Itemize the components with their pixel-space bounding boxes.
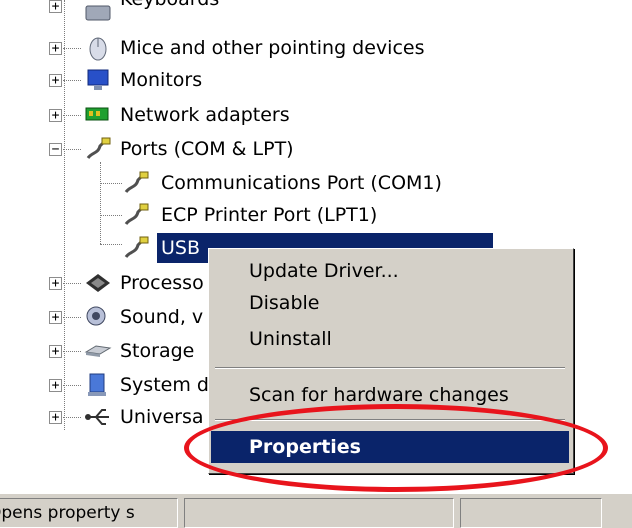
tree-item-lpt1[interactable]: ECP Printer Port (LPT1) xyxy=(0,200,632,230)
menu-item-scan-hardware[interactable]: Scan for hardware changes xyxy=(211,379,569,411)
tree-item-network-adapters[interactable]: + Network adapters xyxy=(0,100,632,130)
menu-item-uninstall[interactable]: Uninstall xyxy=(211,323,569,355)
status-text-panel: Opens property s xyxy=(0,498,178,528)
status-panel xyxy=(460,498,602,528)
usb-icon xyxy=(85,409,109,425)
tree-item-label: Network adapters xyxy=(120,104,290,126)
storage-icon xyxy=(84,345,112,357)
tree-item-label: Storage xyxy=(120,340,195,362)
tree-item-label: System d xyxy=(120,374,209,396)
keyboard-icon xyxy=(85,5,111,21)
tree-item-label: ECP Printer Port (LPT1) xyxy=(161,204,378,226)
port-icon xyxy=(124,171,149,193)
mouse-icon xyxy=(89,37,107,61)
tree-item-label: Ports (COM & LPT) xyxy=(120,138,294,160)
tree-item-ports[interactable]: − Ports (COM & LPT) xyxy=(0,134,632,164)
status-bar: Opens property s xyxy=(0,494,632,528)
context-menu: Update Driver... Disable Uninstall Scan … xyxy=(208,248,574,474)
menu-separator xyxy=(215,367,565,369)
tree-line xyxy=(63,385,81,386)
expand-icon[interactable]: + xyxy=(49,379,62,392)
tree-item-com1[interactable]: Communications Port (COM1) xyxy=(0,168,632,198)
status-text: Opens property s xyxy=(0,503,135,523)
system-icon xyxy=(88,373,106,396)
tree-line xyxy=(63,351,81,352)
collapse-icon[interactable]: − xyxy=(49,143,62,156)
menu-separator xyxy=(215,419,565,421)
expand-icon[interactable]: + xyxy=(49,109,62,122)
expand-icon[interactable]: + xyxy=(49,311,62,324)
tree-line xyxy=(63,115,81,116)
expand-icon[interactable]: + xyxy=(49,277,62,290)
tree-item-monitors[interactable]: + Monitors xyxy=(0,65,632,95)
tree-line xyxy=(63,48,81,49)
port-icon xyxy=(86,137,111,159)
tree-item-label: Monitors xyxy=(120,69,203,91)
tree-line xyxy=(63,317,81,318)
monitor-icon xyxy=(87,69,109,90)
port-icon xyxy=(124,236,149,258)
expand-icon[interactable]: + xyxy=(49,42,62,55)
tree-item-label: Processo xyxy=(120,272,204,294)
tree-item-label: Communications Port (COM1) xyxy=(161,172,442,194)
tree-line xyxy=(63,80,81,81)
sound-icon xyxy=(86,306,106,326)
tree-item-keyboards[interactable]: + Keyboards xyxy=(0,0,632,28)
tree-item-label: Sound, v xyxy=(120,306,204,328)
tree-item-label: Keyboards xyxy=(120,0,219,14)
expand-icon[interactable]: + xyxy=(49,0,62,13)
tree-line xyxy=(63,149,81,150)
expand-icon[interactable]: + xyxy=(49,345,62,358)
expand-icon[interactable]: + xyxy=(49,74,62,87)
tree-line xyxy=(63,283,81,284)
tree-line xyxy=(63,417,81,418)
processor-icon xyxy=(86,274,110,292)
status-panel xyxy=(184,498,454,528)
menu-item-properties[interactable]: Properties xyxy=(211,431,569,463)
tree-item-mice[interactable]: + Mice and other pointing devices xyxy=(0,33,632,63)
network-adapter-icon xyxy=(85,107,109,121)
tree-item-label-text: USB xyxy=(161,237,201,259)
tree-item-label: Mice and other pointing devices xyxy=(120,37,425,59)
tree-item-label: Universa xyxy=(120,406,204,428)
menu-item-update-driver[interactable]: Update Driver... xyxy=(211,255,569,287)
expand-icon[interactable]: + xyxy=(49,411,62,424)
menu-item-disable[interactable]: Disable xyxy=(211,287,569,319)
port-icon xyxy=(124,203,149,225)
